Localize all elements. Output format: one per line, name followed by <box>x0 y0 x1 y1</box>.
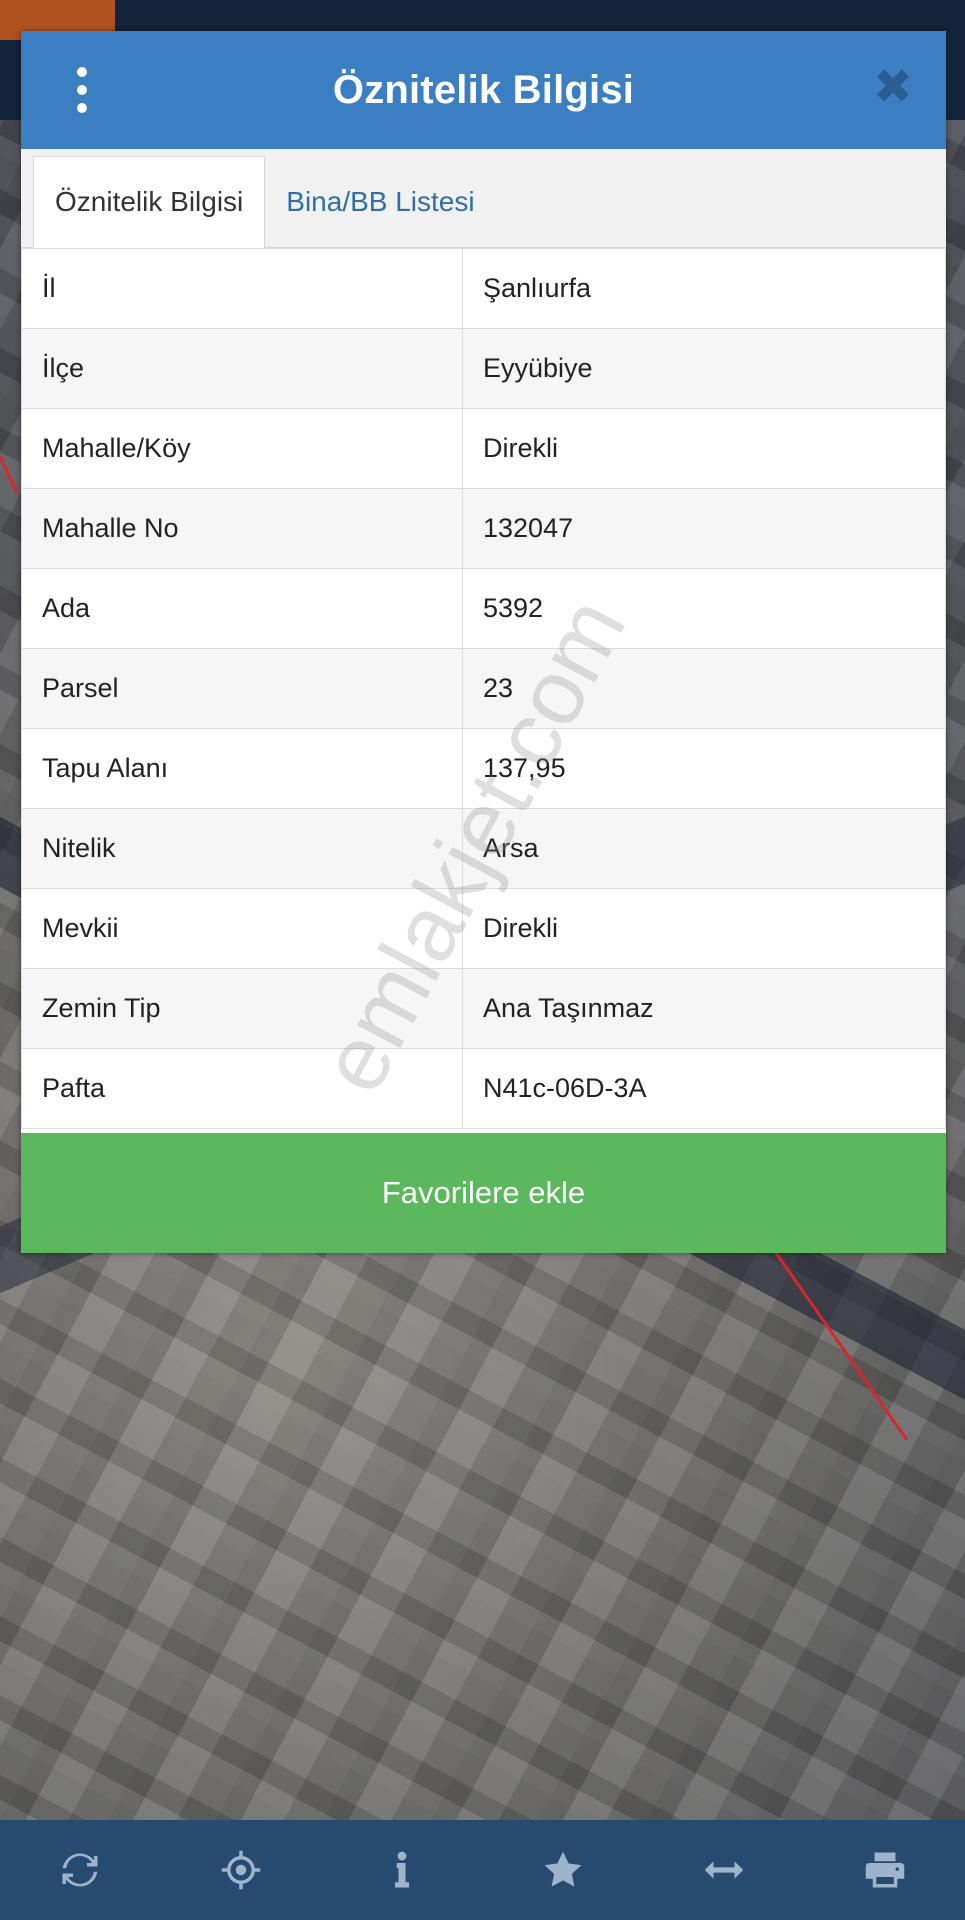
refresh-button[interactable] <box>40 1830 120 1910</box>
table-row: Mahalle/Köy Direkli <box>21 408 946 489</box>
tab-building-list[interactable]: Bina/BB Listesi <box>265 157 495 247</box>
print-icon <box>865 1852 904 1888</box>
attribute-value: 132047 <box>462 488 946 569</box>
info-icon <box>395 1851 410 1888</box>
dialog-title: Öznitelik Bilgisi <box>332 67 635 112</box>
print-button[interactable] <box>845 1830 925 1910</box>
attribute-key: Mevkii <box>21 888 463 969</box>
add-to-favorites-button[interactable]: Favorilere ekle <box>21 1133 946 1253</box>
attribute-key: Pafta <box>21 1048 463 1129</box>
arrows-horizontal-icon <box>704 1861 743 1879</box>
attribute-value: Arsa <box>462 808 946 889</box>
attribute-key: İlçe <box>21 328 463 409</box>
close-button[interactable]: ✖ <box>868 63 918 113</box>
table-row: Nitelik Arsa <box>21 808 946 889</box>
attribute-key: İl <box>21 248 463 329</box>
attribute-value: 23 <box>462 648 946 729</box>
more-options-button[interactable] <box>67 67 97 113</box>
attribute-key: Nitelik <box>21 808 463 889</box>
measure-button[interactable] <box>684 1830 764 1910</box>
refresh-icon <box>62 1853 98 1887</box>
crosshair-icon <box>221 1850 261 1890</box>
attribute-value: Şanlıurfa <box>462 248 946 329</box>
attribute-value: N41c-06D-3A <box>462 1048 946 1129</box>
attribute-value: Eyyübiye <box>462 328 946 409</box>
attribute-key: Ada <box>21 568 463 649</box>
attribute-table: İl Şanlıurfa İlçe Eyyübiye Mahalle/Köy D… <box>21 248 946 1129</box>
table-row: İl Şanlıurfa <box>21 248 946 329</box>
bottom-toolbar <box>0 1820 965 1920</box>
attribute-key: Mahalle/Köy <box>21 408 463 489</box>
dialog-tabs: Öznitelik Bilgisi Bina/BB Listesi <box>21 149 946 248</box>
table-row: Ada 5392 <box>21 568 946 649</box>
attribute-value: Ana Taşınmaz <box>462 968 946 1049</box>
attribute-key: Parsel <box>21 648 463 729</box>
star-icon <box>544 1851 582 1887</box>
dialog-header: Öznitelik Bilgisi ✖ <box>21 31 946 149</box>
attribute-value: 137,95 <box>462 728 946 809</box>
attribute-info-dialog: Öznitelik Bilgisi ✖ Öznitelik Bilgisi Bi… <box>21 31 946 1253</box>
attribute-value: Direkli <box>462 408 946 489</box>
more-vertical-icon <box>77 103 87 113</box>
table-row: Tapu Alanı 137,95 <box>21 728 946 809</box>
attribute-key: Mahalle No <box>21 488 463 569</box>
attribute-key: Tapu Alanı <box>21 728 463 809</box>
attribute-value: Direkli <box>462 888 946 969</box>
table-row: Mahalle No 132047 <box>21 488 946 569</box>
table-row: Parsel 23 <box>21 648 946 729</box>
info-button[interactable] <box>362 1830 442 1910</box>
tab-attribute-info[interactable]: Öznitelik Bilgisi <box>33 156 266 248</box>
close-icon: ✖ <box>872 61 914 114</box>
favorites-button[interactable] <box>523 1830 603 1910</box>
table-row: Mevkii Direkli <box>21 888 946 969</box>
locate-button[interactable] <box>201 1830 281 1910</box>
table-row: Pafta N41c-06D-3A <box>21 1048 946 1129</box>
more-vertical-icon <box>77 67 87 77</box>
attribute-key: Zemin Tip <box>21 968 463 1049</box>
table-row: Zemin Tip Ana Taşınmaz <box>21 968 946 1049</box>
table-row: İlçe Eyyübiye <box>21 328 946 409</box>
attribute-value: 5392 <box>462 568 946 649</box>
more-vertical-icon <box>77 85 87 95</box>
